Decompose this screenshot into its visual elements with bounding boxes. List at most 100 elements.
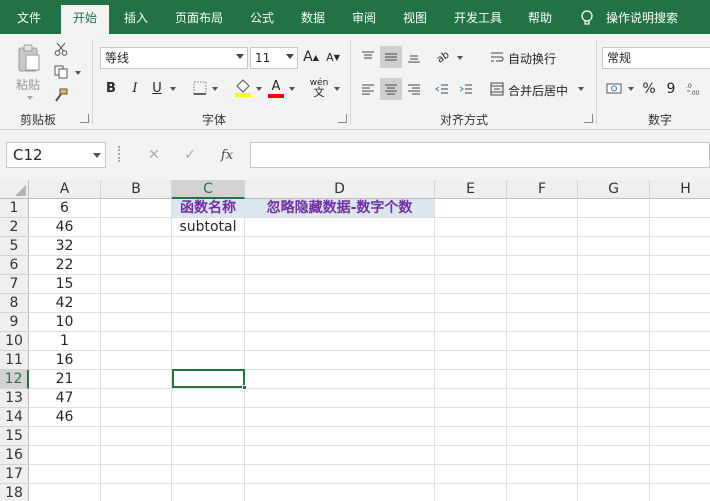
cell-b13[interactable] [101, 389, 172, 408]
font-size-combo[interactable]: 11 [250, 47, 298, 69]
shrink-font-button[interactable]: A ▼ [324, 47, 342, 67]
row-header-10[interactable]: 10 [0, 332, 29, 351]
cell-c14[interactable] [172, 408, 245, 427]
cell-h10[interactable] [650, 332, 710, 351]
row-header-16[interactable]: 16 [0, 446, 29, 465]
cell-h16[interactable] [650, 446, 710, 465]
column-header-h[interactable]: H [650, 180, 710, 199]
cell-d13[interactable] [245, 389, 435, 408]
cell-e6[interactable] [435, 256, 507, 275]
cell-h14[interactable] [650, 408, 710, 427]
cell-b14[interactable] [101, 408, 172, 427]
comma-style-button[interactable]: 9 [664, 78, 678, 100]
select-all-corner[interactable] [0, 180, 29, 199]
cell-e18[interactable] [435, 484, 507, 501]
cell-g9[interactable] [578, 313, 650, 332]
cell-g14[interactable] [578, 408, 650, 427]
cell-a7[interactable]: 15 [29, 275, 101, 294]
cell-f13[interactable] [507, 389, 578, 408]
cell-f18[interactable] [507, 484, 578, 501]
cell-a10[interactable]: 1 [29, 332, 101, 351]
tab-insert[interactable]: 插入 [114, 0, 158, 34]
cell-e13[interactable] [435, 389, 507, 408]
orientation-button[interactable]: ab [432, 46, 454, 68]
cell-h5[interactable] [650, 237, 710, 256]
cell-g6[interactable] [578, 256, 650, 275]
merge-center-icon-button[interactable] [488, 78, 506, 100]
cell-d9[interactable] [245, 313, 435, 332]
row-header-6[interactable]: 6 [0, 256, 29, 275]
cell-b12[interactable] [101, 370, 172, 389]
borders-button[interactable] [190, 78, 210, 98]
cell-b2[interactable] [101, 218, 172, 237]
cell-b11[interactable] [101, 351, 172, 370]
tab-page-layout[interactable]: 页面布局 [167, 0, 231, 34]
fill-handle[interactable] [242, 385, 247, 390]
cell-b5[interactable] [101, 237, 172, 256]
chevron-down-icon[interactable] [93, 153, 101, 158]
cell-f10[interactable] [507, 332, 578, 351]
cell-a6[interactable]: 22 [29, 256, 101, 275]
decrease-indent-button[interactable] [432, 78, 452, 100]
cell-a15[interactable] [29, 427, 101, 446]
accounting-dropdown-caret[interactable] [628, 87, 634, 91]
accounting-format-button[interactable] [604, 78, 626, 100]
cell-c11[interactable] [172, 351, 245, 370]
cell-e12[interactable] [435, 370, 507, 389]
cell-d16[interactable] [245, 446, 435, 465]
cell-h9[interactable] [650, 313, 710, 332]
cell-h18[interactable] [650, 484, 710, 501]
grow-font-button[interactable]: A ▲ [302, 47, 320, 67]
cell-f1[interactable] [507, 199, 578, 218]
cell-h13[interactable] [650, 389, 710, 408]
formula-bar-grip[interactable] [118, 146, 122, 162]
cell-c8[interactable] [172, 294, 245, 313]
cell-g16[interactable] [578, 446, 650, 465]
row-header-17[interactable]: 17 [0, 465, 29, 484]
cell-h1[interactable] [650, 199, 710, 218]
merge-dropdown-caret[interactable] [578, 87, 584, 91]
cell-a11[interactable]: 16 [29, 351, 101, 370]
cell-g10[interactable] [578, 332, 650, 351]
cell-b7[interactable] [101, 275, 172, 294]
tab-formulas[interactable]: 公式 [242, 0, 282, 34]
cell-e16[interactable] [435, 446, 507, 465]
cell-g8[interactable] [578, 294, 650, 313]
tab-review[interactable]: 审阅 [344, 0, 384, 34]
cell-d1[interactable]: 忽略隐藏数据-数字个数 [245, 199, 435, 218]
cell-h2[interactable] [650, 218, 710, 237]
cell-f11[interactable] [507, 351, 578, 370]
increase-indent-button[interactable] [456, 78, 476, 100]
font-color-dropdown-caret[interactable] [289, 87, 295, 91]
increase-decimal-button[interactable]: .0.00 [684, 78, 706, 100]
row-header-7[interactable]: 7 [0, 275, 29, 294]
cell-a5[interactable]: 32 [29, 237, 101, 256]
cell-f14[interactable] [507, 408, 578, 427]
cell-e2[interactable] [435, 218, 507, 237]
cell-a8[interactable]: 42 [29, 294, 101, 313]
tab-developer[interactable]: 开发工具 [447, 0, 509, 34]
cell-h15[interactable] [650, 427, 710, 446]
cell-a13[interactable]: 47 [29, 389, 101, 408]
cell-c1[interactable]: 函数名称 [172, 199, 245, 218]
cell-a2[interactable]: 46 [29, 218, 101, 237]
cell-b1[interactable] [101, 199, 172, 218]
cell-d12[interactable] [245, 370, 435, 389]
top-align-button[interactable] [358, 46, 378, 68]
row-header-5[interactable]: 5 [0, 237, 29, 256]
orientation-dropdown-caret[interactable] [457, 56, 463, 60]
paste-button[interactable] [12, 40, 46, 76]
column-header-g[interactable]: G [578, 180, 650, 199]
row-header-13[interactable]: 13 [0, 389, 29, 408]
cell-f5[interactable] [507, 237, 578, 256]
name-box[interactable]: C12 [6, 142, 106, 168]
cell-a9[interactable]: 10 [29, 313, 101, 332]
cell-f16[interactable] [507, 446, 578, 465]
cell-h12[interactable] [650, 370, 710, 389]
column-header-d[interactable]: D [245, 180, 435, 199]
cell-f17[interactable] [507, 465, 578, 484]
cell-f7[interactable] [507, 275, 578, 294]
cell-g17[interactable] [578, 465, 650, 484]
cell-g18[interactable] [578, 484, 650, 501]
fill-color-dropdown-caret[interactable] [256, 87, 262, 91]
